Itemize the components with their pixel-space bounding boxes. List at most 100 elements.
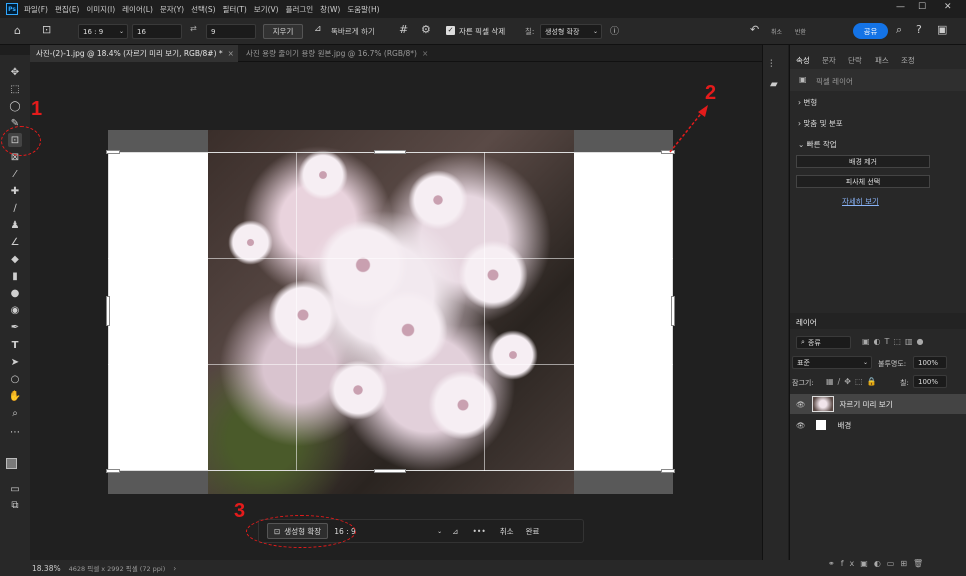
- align-section[interactable]: › 맞춤 및 분포: [798, 118, 843, 129]
- move-tool-icon[interactable]: ✥: [8, 65, 22, 79]
- fill-select[interactable]: 생성형 확장 ⌄: [540, 24, 602, 39]
- layer-row-crop-preview[interactable]: 👁 자르기 미리 보기: [790, 394, 966, 414]
- tab-properties[interactable]: 속성: [796, 55, 810, 66]
- menu-window[interactable]: 창(W): [320, 4, 340, 15]
- menu-filter[interactable]: 필터(T): [223, 4, 247, 15]
- properties-panel-icon[interactable]: ⫶: [770, 59, 773, 70]
- tab-layers[interactable]: 레이어: [796, 317, 817, 328]
- layer-filter-icons[interactable]: ▣◐T⬚▥●: [862, 337, 928, 346]
- redo-label[interactable]: 반환: [795, 27, 806, 36]
- maximize-button[interactable]: ☐: [918, 2, 926, 12]
- gradient-tool-icon[interactable]: ▮: [8, 269, 22, 283]
- layer-row-background[interactable]: 👁 배경: [790, 415, 966, 435]
- crop-handle-right[interactable]: [671, 296, 675, 326]
- eye-icon[interactable]: 👁: [796, 400, 806, 409]
- pen-tool-icon[interactable]: ✒: [8, 320, 22, 334]
- share-button[interactable]: 공유: [853, 23, 888, 39]
- eyedropper-tool-icon[interactable]: ⁄: [8, 167, 22, 181]
- blur-tool-icon[interactable]: ●: [8, 286, 22, 300]
- crop-tool-icon[interactable]: ⊡: [42, 23, 51, 36]
- tab-paragraph[interactable]: 단락: [848, 55, 862, 66]
- cancel-button[interactable]: 취소: [500, 526, 514, 537]
- comments-panel-icon[interactable]: ▰: [770, 79, 778, 90]
- crop-frame[interactable]: [108, 152, 673, 471]
- zoom-tool-icon[interactable]: ⌕: [8, 406, 22, 420]
- menu-plugins[interactable]: 플러그인: [286, 4, 314, 15]
- eraser-tool-icon[interactable]: ◆: [8, 252, 22, 266]
- menu-file[interactable]: 파일(F): [24, 4, 48, 15]
- select-subject-button[interactable]: 피사체 선택: [796, 175, 930, 188]
- menu-type[interactable]: 문자(Y): [160, 4, 184, 15]
- tab-document-2[interactable]: 사진 용량 줄이기 용량 원본.jpg @ 16.7% (RGB/8*) ×: [240, 45, 448, 62]
- dodge-tool-icon[interactable]: ◉: [8, 303, 22, 317]
- transform-section[interactable]: › 변형: [798, 97, 817, 108]
- layer-actions-icons[interactable]: ⚭fx▣◐▭⊞🗑: [828, 559, 929, 568]
- delete-pixels-checkbox[interactable]: ✓: [446, 26, 455, 35]
- stamp-tool-icon[interactable]: ♟: [8, 218, 22, 232]
- quick-actions-section[interactable]: ⌄ 빠른 작업: [798, 139, 837, 150]
- close-tab-icon[interactable]: ×: [228, 49, 234, 58]
- workspace-icon[interactable]: ▣: [937, 23, 947, 36]
- foreground-color-swatch[interactable]: [6, 458, 17, 469]
- swap-icon[interactable]: ⇄: [190, 24, 197, 33]
- grid-overlay-icon[interactable]: #: [399, 23, 408, 36]
- tab-document-1[interactable]: 사진-(2)-1.jpg @ 18.4% (자르기 미리 보기, RGB/8#)…: [30, 45, 238, 62]
- crop-handle-bottom-right[interactable]: [661, 469, 675, 473]
- zoom-level[interactable]: 18.38%: [32, 564, 61, 573]
- eye-icon[interactable]: 👁: [796, 421, 806, 430]
- menu-select[interactable]: 선택(S): [191, 4, 215, 15]
- menu-image[interactable]: 이미지(I): [86, 4, 115, 15]
- shape-tool-icon[interactable]: ○: [8, 372, 22, 386]
- width-input[interactable]: 16: [132, 24, 182, 39]
- type-tool-icon[interactable]: T: [8, 338, 22, 352]
- view-more-link[interactable]: 자세히 보기: [842, 196, 879, 207]
- tab-adjustments[interactable]: 조정: [901, 55, 915, 66]
- undo-icon[interactable]: ↶: [750, 23, 759, 36]
- lasso-tool-icon[interactable]: ◯: [8, 99, 22, 113]
- layer-filter-select[interactable]: ⌕ 종류: [796, 336, 851, 349]
- crop-handle-left[interactable]: [106, 296, 110, 326]
- menu-help[interactable]: 도움말(H): [347, 4, 379, 15]
- tab-paths[interactable]: 패스: [875, 55, 889, 66]
- tab-character[interactable]: 문자: [822, 55, 836, 66]
- quick-mask-icon[interactable]: ▭: [8, 482, 22, 496]
- close-button[interactable]: ✕: [944, 2, 952, 12]
- menu-layer[interactable]: 레이어(L): [122, 4, 153, 15]
- straighten-label[interactable]: 똑바르게 하기: [331, 26, 375, 37]
- straighten-icon[interactable]: ⊿: [314, 24, 322, 34]
- menu-edit[interactable]: 편집(E): [55, 4, 79, 15]
- chevron-right-icon[interactable]: ›: [173, 564, 176, 573]
- lock-icons[interactable]: ▦∕✥⬚🔒: [826, 377, 880, 386]
- healing-brush-tool-icon[interactable]: ✚: [8, 184, 22, 198]
- minimize-button[interactable]: —: [896, 2, 905, 12]
- gear-icon[interactable]: ⚙: [421, 23, 431, 36]
- height-input[interactable]: 9: [206, 24, 256, 39]
- crop-handle-top[interactable]: [374, 150, 406, 154]
- fill-input[interactable]: 100%: [913, 375, 947, 388]
- screen-mode-icon[interactable]: ⧉: [8, 498, 22, 512]
- crop-handle-bottom[interactable]: [374, 469, 406, 473]
- clear-button[interactable]: 지우기: [263, 24, 303, 39]
- straighten-icon[interactable]: ⊿: [452, 527, 458, 536]
- info-icon[interactable]: ⓘ: [610, 24, 619, 37]
- menu-view[interactable]: 보기(V): [254, 4, 279, 15]
- undo-label[interactable]: 취소: [771, 27, 782, 36]
- blend-mode-select[interactable]: 표준 ⌄: [792, 356, 872, 369]
- done-button[interactable]: 완료: [526, 526, 540, 537]
- help-icon[interactable]: ?: [916, 23, 922, 36]
- crop-handle-bottom-left[interactable]: [106, 469, 120, 473]
- hand-tool-icon[interactable]: ✋: [8, 389, 22, 403]
- close-tab-icon[interactable]: ×: [422, 49, 428, 58]
- more-tools-icon[interactable]: ⋯: [8, 425, 22, 439]
- home-icon[interactable]: ⌂: [14, 24, 21, 37]
- opacity-input[interactable]: 100%: [913, 356, 947, 369]
- marquee-tool-icon[interactable]: ⬚: [8, 82, 22, 96]
- path-select-tool-icon[interactable]: ➤: [8, 355, 22, 369]
- more-options-button[interactable]: •••: [472, 527, 485, 536]
- remove-background-button[interactable]: 배경 제거: [796, 155, 930, 168]
- search-icon[interactable]: ⌕: [896, 23, 902, 37]
- history-brush-tool-icon[interactable]: ∠: [8, 235, 22, 249]
- ratio-select[interactable]: 16 : 9 ⌄: [78, 24, 128, 39]
- crop-handle-top-left[interactable]: [106, 150, 120, 154]
- brush-tool-icon[interactable]: ∕: [8, 201, 22, 215]
